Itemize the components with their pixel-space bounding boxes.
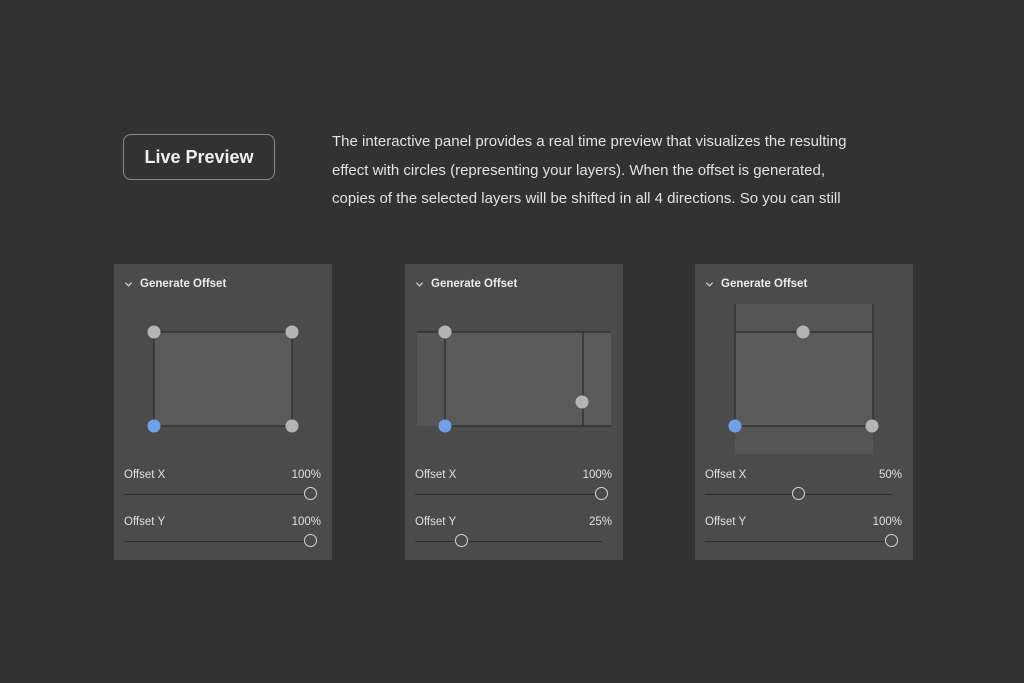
offset-preview [147, 325, 299, 433]
layer-rect [153, 331, 293, 427]
description-line: copies of the selected layers will be sh… [332, 190, 841, 207]
offset-preview [417, 325, 611, 433]
offset-y-label: Offset Y [705, 516, 747, 528]
layer-handle [147, 325, 161, 339]
offset-y-slider-thumb[interactable] [885, 534, 898, 547]
offset-x-row: Offset X 50% [705, 468, 902, 482]
layer-handle [285, 419, 299, 433]
offset-y-row: Offset Y 100% [705, 515, 902, 529]
generate-offset-panel-1: Generate Offset Offset X 100% Offset Y 1… [114, 264, 332, 560]
layer-handle [865, 419, 879, 433]
offset-y-slider[interactable] [124, 534, 317, 547]
generate-offset-panel-2: Generate Offset Offset X 100% Offset Y 2… [405, 264, 623, 560]
selected-layer-handle [728, 419, 742, 433]
layer-handle [285, 325, 299, 339]
generate-offset-panel-3: Generate Offset Offset X 50% Offset Y 10… [695, 264, 913, 560]
offset-y-row: Offset Y 25% [415, 515, 612, 529]
live-preview-button[interactable]: Live Preview [123, 134, 275, 180]
offset-x-value: 50% [878, 469, 902, 481]
offset-x-value: 100% [291, 469, 321, 481]
offset-x-slider[interactable] [705, 487, 892, 500]
description-line: effect with circles (representing your l… [332, 161, 826, 179]
layer-rect [735, 332, 873, 426]
offset-y-slider[interactable] [415, 534, 602, 547]
offset-x-slider-thumb[interactable] [791, 487, 805, 500]
offset-x-slider[interactable] [124, 487, 317, 500]
offset-y-value: 25% [588, 516, 612, 528]
selected-layer-handle [147, 419, 161, 433]
description: The interactive panel provides a real ti… [332, 128, 932, 214]
offset-y-label: Offset Y [415, 516, 457, 528]
offset-preview [728, 304, 879, 454]
selected-layer-handle [438, 419, 452, 433]
offset-x-row: Offset X 100% [124, 468, 321, 482]
offset-x-label: Offset X [124, 469, 166, 481]
offset-x-row: Offset X 100% [415, 468, 612, 482]
offset-y-value: 100% [872, 516, 902, 528]
layer-handle [575, 395, 589, 409]
offset-x-value: 100% [582, 469, 612, 481]
offset-y-slider-thumb[interactable] [454, 534, 468, 547]
description-line: The interactive panel provides a real ti… [332, 133, 847, 150]
layer-rect [445, 332, 611, 426]
offset-y-slider[interactable] [705, 534, 898, 547]
offset-x-slider-thumb[interactable] [595, 487, 608, 500]
layer-handle [796, 325, 810, 339]
offset-x-slider-thumb[interactable] [304, 487, 317, 500]
layer-handle [438, 325, 452, 339]
offset-x-label: Offset X [415, 469, 457, 481]
offset-y-label: Offset Y [124, 516, 166, 528]
offset-x-label: Offset X [705, 469, 747, 481]
offset-y-value: 100% [291, 516, 321, 528]
offset-x-slider[interactable] [415, 487, 608, 500]
offset-y-row: Offset Y 100% [124, 515, 321, 529]
offset-y-slider-thumb[interactable] [304, 534, 317, 547]
